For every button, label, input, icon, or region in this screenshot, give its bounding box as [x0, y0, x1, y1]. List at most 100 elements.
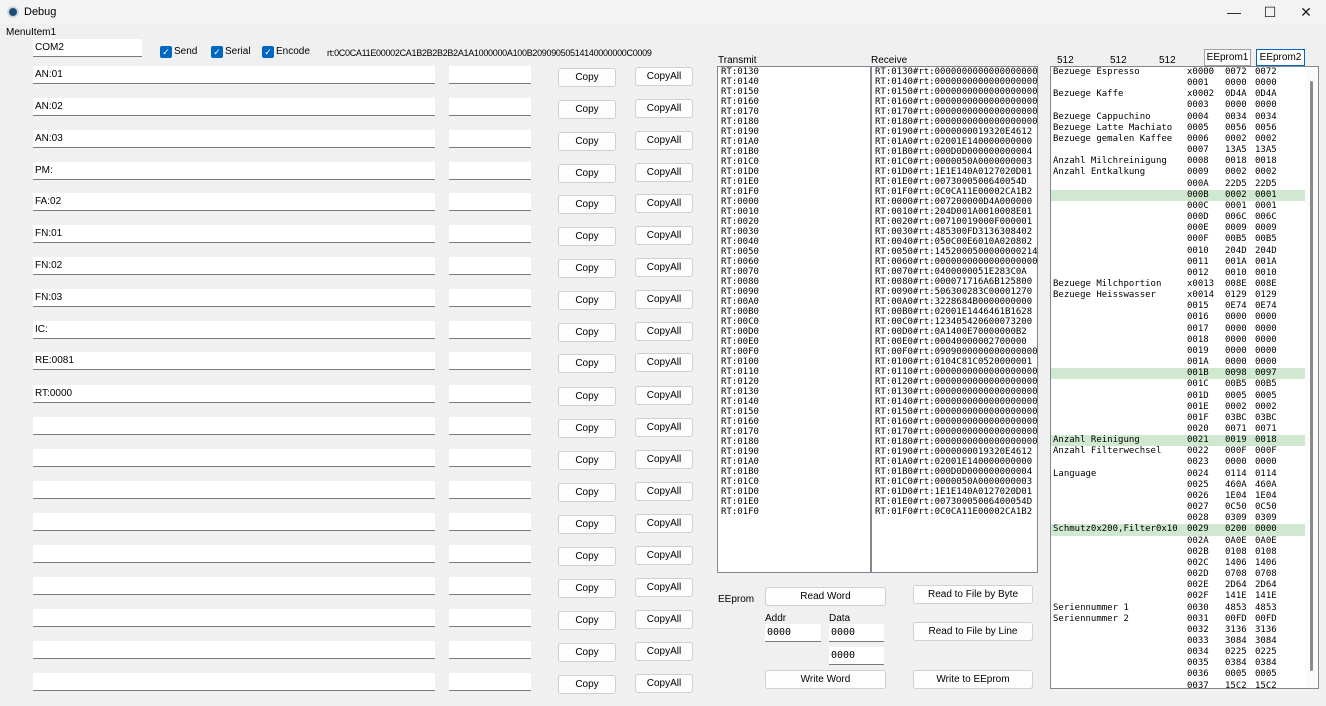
command-field[interactable]: FN:01: [33, 225, 435, 243]
eeprom-row[interactable]: 001C 00B5 00B5: [1051, 379, 1305, 390]
eeprom-row[interactable]: 0033 3084 3084: [1051, 636, 1305, 647]
list-item[interactable]: RT:0190#rt:0000000019320E4612: [872, 447, 1037, 457]
maximize-button[interactable]: ☐: [1252, 0, 1288, 24]
addr-field[interactable]: 0000: [765, 624, 821, 642]
copyall-button[interactable]: CopyAll: [635, 163, 693, 182]
value-field[interactable]: [449, 417, 531, 435]
list-item[interactable]: RT:0040#rt:050C00E6010A020802: [872, 237, 1037, 247]
copy-button[interactable]: Copy: [558, 100, 616, 119]
list-item[interactable]: RT:0100: [718, 357, 870, 367]
list-item[interactable]: RT:01F0#rt:0C0CA11E00002CA1B2: [872, 187, 1037, 197]
eeprom-row[interactable]: Bezuege Kaffe x0002 0D4A 0D4A: [1051, 89, 1305, 100]
eeprom-row[interactable]: 001E 0002 0002: [1051, 402, 1305, 413]
command-field[interactable]: [33, 481, 435, 499]
list-item[interactable]: RT:00A0#rt:3228684B0000000000: [872, 297, 1037, 307]
copy-button[interactable]: Copy: [558, 451, 616, 470]
eeprom-row[interactable]: 002B 0108 0108: [1051, 547, 1305, 558]
list-item[interactable]: RT:0180#rt:0000000000000000000: [872, 117, 1037, 127]
eeprom-row[interactable]: 001D 0005 0005: [1051, 391, 1305, 402]
eeprom-row[interactable]: Seriennummer 1 0030 4853 4853: [1051, 603, 1305, 614]
read-word-button[interactable]: Read Word: [765, 587, 886, 606]
list-item[interactable]: RT:0150: [718, 87, 870, 97]
list-item[interactable]: RT:00B0#rt:02001E1446461B1628: [872, 307, 1037, 317]
command-field[interactable]: [33, 609, 435, 627]
eeprom-row[interactable]: 002D 0708 0708: [1051, 569, 1305, 580]
value-field[interactable]: [449, 673, 531, 691]
data-field-2[interactable]: 0000: [829, 647, 884, 665]
eeprom-row[interactable]: 0017 0000 0000: [1051, 324, 1305, 335]
eeprom-row[interactable]: 002E 2D64 2D64: [1051, 580, 1305, 591]
copyall-button[interactable]: CopyAll: [635, 67, 693, 86]
list-item[interactable]: RT:0030#rt:485300FD3136308402: [872, 227, 1037, 237]
copyall-button[interactable]: CopyAll: [635, 353, 693, 372]
list-item[interactable]: RT:0140#rt:0000000000000000000: [872, 397, 1037, 407]
eeprom-row[interactable]: 0018 0000 0000: [1051, 335, 1305, 346]
list-item[interactable]: RT:00F0#rt:0909000000000000000: [872, 347, 1037, 357]
list-item[interactable]: RT:0150: [718, 407, 870, 417]
list-item[interactable]: RT:0110: [718, 367, 870, 377]
command-field[interactable]: RT:0000: [33, 385, 435, 403]
list-item[interactable]: RT:0090: [718, 287, 870, 297]
eeprom-row[interactable]: 000D 006C 006C: [1051, 212, 1305, 223]
list-item[interactable]: RT:0010: [718, 207, 870, 217]
command-field[interactable]: AN:02: [33, 98, 435, 116]
list-item[interactable]: RT:01F0#rt:0C0CA11E00002CA1B2: [872, 507, 1037, 517]
list-item[interactable]: RT:00B0: [718, 307, 870, 317]
eeprom-row[interactable]: 0035 0384 0384: [1051, 658, 1305, 669]
eeprom-row[interactable]: Bezuege Espresso x0000 0072 0072: [1051, 67, 1305, 78]
list-item[interactable]: RT:01D0: [718, 167, 870, 177]
eeprom-row[interactable]: 0036 0005 0005: [1051, 669, 1305, 680]
copy-button[interactable]: Copy: [558, 259, 616, 278]
eeprom-row[interactable]: 0007 13A5 13A5: [1051, 145, 1305, 156]
receive-list[interactable]: RT:0130#rt:0000000000000000000 RT:0140#rt…: [871, 66, 1038, 573]
list-item[interactable]: RT:0170: [718, 427, 870, 437]
list-item[interactable]: RT:0130: [718, 387, 870, 397]
list-item[interactable]: RT:0140: [718, 77, 870, 87]
list-item[interactable]: RT:0150#rt:0000000000000000000: [872, 407, 1037, 417]
copy-button[interactable]: Copy: [558, 323, 616, 342]
copyall-button[interactable]: CopyAll: [635, 290, 693, 309]
eeprom-row[interactable]: Bezuege Cappuchino 0004 0034 0034: [1051, 112, 1305, 123]
value-field[interactable]: [449, 193, 531, 211]
copy-button[interactable]: Copy: [558, 579, 616, 598]
send-checkbox[interactable]: ✓: [160, 46, 172, 58]
copyall-button[interactable]: CopyAll: [635, 226, 693, 245]
list-item[interactable]: RT:01C0: [718, 477, 870, 487]
eeprom-row[interactable]: Anzahl Reinigung 0021 0019 0018: [1051, 435, 1305, 447]
list-item[interactable]: RT:00C0: [718, 317, 870, 327]
eeprom-row[interactable]: 000F 00B5 00B5: [1051, 234, 1305, 245]
copyall-button[interactable]: CopyAll: [635, 578, 693, 597]
copyall-button[interactable]: CopyAll: [635, 194, 693, 213]
write-word-button[interactable]: Write Word: [765, 670, 886, 689]
list-item[interactable]: RT:0050: [718, 247, 870, 257]
list-item[interactable]: RT:0050#rt:1452000500000000214: [872, 247, 1037, 257]
list-item[interactable]: RT:0080#rt:000071716A6B125800: [872, 277, 1037, 287]
copy-button[interactable]: Copy: [558, 354, 616, 373]
transmit-list[interactable]: RT:0130 RT:0140 RT:0150 RT:0160 RT:0170 RT:01…: [717, 66, 871, 573]
list-item[interactable]: RT:0160: [718, 97, 870, 107]
value-field[interactable]: [449, 577, 531, 595]
eeprom-row[interactable]: 0027 0C50 0C50: [1051, 502, 1305, 513]
value-field[interactable]: [449, 513, 531, 531]
list-item[interactable]: RT:01A0: [718, 137, 870, 147]
list-item[interactable]: RT:0180: [718, 117, 870, 127]
data-field[interactable]: 0000: [829, 624, 884, 642]
copy-button[interactable]: Copy: [558, 227, 616, 246]
copyall-button[interactable]: CopyAll: [635, 642, 693, 661]
value-field[interactable]: [449, 481, 531, 499]
eeprom-row[interactable]: Bezuege Latte Machiato 0005 0056 0056: [1051, 123, 1305, 134]
list-item[interactable]: RT:01D0: [718, 487, 870, 497]
title-bar[interactable]: [0, 0, 1326, 24]
list-item[interactable]: RT:0070: [718, 267, 870, 277]
list-item[interactable]: RT:0190#rt:0000000019320E4612: [872, 127, 1037, 137]
value-field[interactable]: [449, 321, 531, 339]
list-item[interactable]: RT:0160#rt:0000000000000000000: [872, 97, 1037, 107]
list-item[interactable]: RT:01E0: [718, 497, 870, 507]
eeprom-row[interactable]: 0037 15C2 15C2: [1051, 681, 1305, 688]
copyall-button[interactable]: CopyAll: [635, 450, 693, 469]
eeprom-row[interactable]: 001B 0098 0097: [1051, 368, 1305, 380]
eeprom-row[interactable]: Bezuege gemalen Kaffee 0006 0002 0002: [1051, 134, 1305, 145]
tab-eeprom1[interactable]: EEprom1: [1204, 49, 1251, 66]
value-field[interactable]: [449, 257, 531, 275]
copy-button[interactable]: Copy: [558, 515, 616, 534]
